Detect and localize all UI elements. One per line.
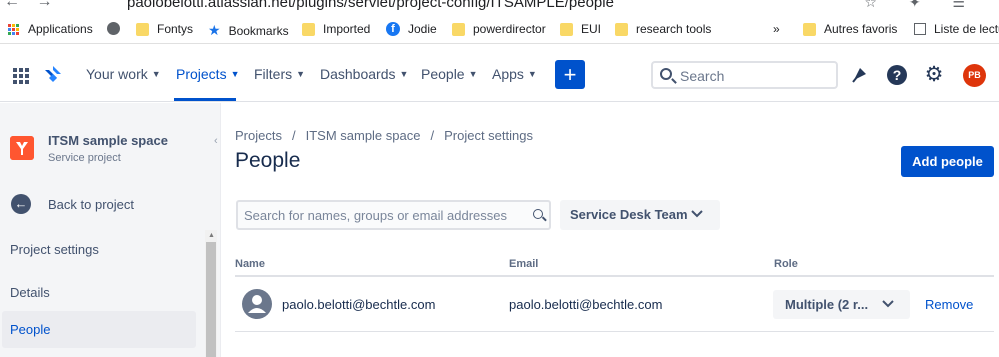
folder-icon (560, 22, 573, 36)
top-navigation: Your work ▼ Projects ▼ Filters ▼ Dashboards… (0, 44, 999, 102)
avatar[interactable]: PB (963, 64, 986, 87)
bookmark-fontys[interactable]: Fontys (136, 22, 193, 36)
folder-icon (302, 22, 315, 36)
bookmark-bookmarks[interactable]: ★ Bookmarks (208, 22, 289, 39)
project-name: ITSM sample space (48, 133, 168, 148)
bookmark-powerdirector[interactable]: powerdirector (452, 22, 546, 36)
collapse-sidebar-icon[interactable]: ‹ (214, 135, 228, 151)
apps-grid-icon (8, 23, 19, 35)
bookmark-autres-favoris[interactable]: Autres favoris (803, 22, 897, 36)
arrow-left-icon: ← (11, 194, 31, 214)
chevron-down-icon: ▼ (399, 69, 409, 79)
user-avatar-icon (242, 289, 272, 319)
nav-filters[interactable]: Filters ▼ (254, 66, 305, 82)
table-cell-name: paolo.belotti@bechtle.com (282, 297, 436, 312)
nav-projects[interactable]: Projects ▼ (176, 66, 240, 82)
chevron-down-icon: ▼ (468, 69, 478, 79)
people-search-input[interactable]: Search for names, groups or email addres… (236, 200, 551, 230)
search-icon (660, 68, 672, 80)
project-type: Service project (48, 152, 121, 164)
search-icon (533, 209, 543, 219)
bookmark-eui[interactable]: EUI (560, 22, 601, 36)
scroll-up-icon[interactable]: ▲ (208, 232, 215, 239)
search-input[interactable]: Search (651, 61, 838, 89)
bookmark-reading-list[interactable]: Liste de lectu (914, 22, 999, 36)
folder-icon (615, 22, 628, 36)
bookmark-globe[interactable] (107, 22, 132, 35)
role-select[interactable]: Multiple (2 r... (773, 290, 910, 319)
table-row-divider (235, 331, 994, 332)
create-button[interactable]: + (555, 60, 585, 89)
sidebar-scrollbar[interactable]: ▲ (205, 230, 217, 357)
chevron-down-icon (691, 210, 703, 218)
sidebar-item-details[interactable]: Details (10, 285, 50, 300)
bookmark-research-tools[interactable]: research tools (615, 22, 711, 36)
browser-address-bar[interactable]: ← → paolobelotti.atlassian.net/plugins/s… (0, 0, 999, 14)
nav-people[interactable]: People ▼ (421, 66, 478, 82)
table-header-divider (235, 275, 994, 277)
chevron-down-icon (882, 300, 894, 308)
breadcrumb: Projects / ITSM sample space / Project setti… (235, 128, 533, 143)
breadcrumb-projects[interactable]: Projects (235, 128, 282, 143)
remove-user-link[interactable]: Remove (925, 297, 973, 312)
table-cell-email: paolo.belotti@bechtle.com (509, 297, 663, 312)
column-header-role[interactable]: Role (774, 258, 798, 270)
nav-your-work[interactable]: Your work ▼ (86, 66, 161, 82)
bookmark-jodie[interactable]: f Jodie (386, 22, 437, 36)
facebook-icon: f (386, 22, 400, 36)
chevron-down-icon: ▼ (296, 69, 306, 79)
breadcrumb-settings[interactable]: Project settings (444, 128, 533, 143)
sidebar-section-heading: Project settings (10, 242, 99, 257)
folder-icon (136, 22, 149, 36)
chevron-down-icon: ▼ (151, 69, 161, 79)
sidebar-item-people[interactable]: People (10, 322, 50, 337)
folder-icon (452, 22, 465, 36)
nav-apps[interactable]: Apps ▼ (492, 66, 537, 82)
star-icon: ★ (208, 22, 221, 38)
bookmarks-overflow-button[interactable]: » (773, 22, 780, 36)
chevron-down-icon: ▼ (230, 69, 240, 79)
column-header-email[interactable]: Email (509, 258, 538, 270)
url-text[interactable]: paolobelotti.atlassian.net/plugins/servl… (127, 0, 614, 11)
jira-logo-icon[interactable] (44, 65, 62, 83)
page-title: People (235, 149, 301, 172)
gear-icon[interactable]: ⚙ (924, 64, 944, 85)
browser-toolbar-icons[interactable]: ☆ ✦ ☰ (864, 0, 979, 11)
reading-list-icon (914, 23, 926, 35)
folder-icon (803, 22, 816, 36)
help-icon[interactable]: ? (887, 65, 907, 85)
bookmarks-bar: Applications Fontys ★ Bookmarks Imported… (0, 16, 999, 44)
breadcrumb-project[interactable]: ITSM sample space (306, 128, 421, 143)
notifications-icon[interactable] (850, 65, 870, 85)
chevron-down-icon: ▼ (527, 69, 537, 79)
bookmark-applications[interactable]: Applications (8, 22, 93, 36)
project-avatar-icon (10, 136, 34, 160)
globe-icon (107, 22, 120, 35)
nav-dashboards[interactable]: Dashboards ▼ (320, 66, 408, 82)
bookmark-imported[interactable]: Imported (302, 22, 370, 36)
back-forward-icons[interactable]: ← → (4, 0, 58, 11)
role-filter-dropdown[interactable]: Service Desk Team (560, 200, 720, 230)
sidebar: ITSM sample space Service project ‹ ← Ba… (0, 103, 221, 357)
back-to-project-link[interactable]: ← Back to project (11, 194, 134, 214)
app-switcher-icon[interactable] (13, 68, 29, 84)
add-people-button[interactable]: Add people (901, 146, 994, 177)
scrollbar-thumb[interactable] (206, 242, 216, 357)
active-nav-indicator (174, 98, 236, 101)
column-header-name[interactable]: Name (235, 258, 265, 270)
